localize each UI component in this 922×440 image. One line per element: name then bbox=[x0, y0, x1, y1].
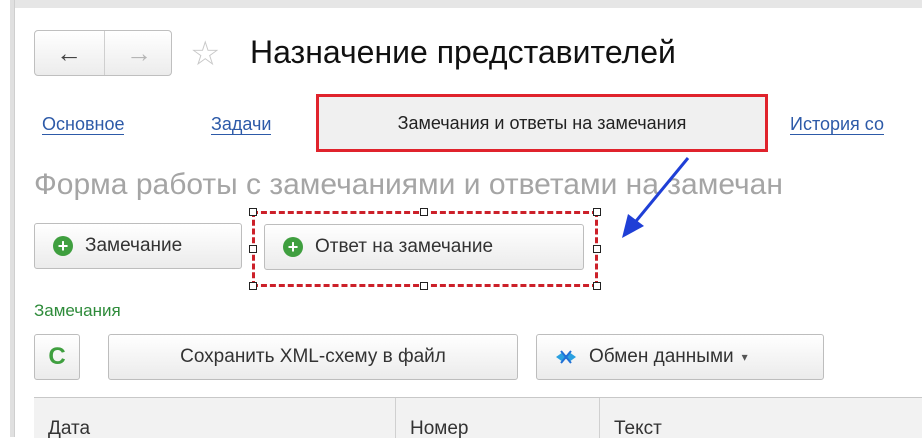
page-title: Назначение представителей bbox=[250, 34, 676, 70]
refresh-button[interactable]: C bbox=[34, 334, 80, 380]
resize-handle-tl[interactable] bbox=[249, 208, 257, 216]
window-left-border bbox=[0, 0, 15, 437]
column-header-number[interactable]: Номер bbox=[396, 398, 600, 439]
window-top-border bbox=[0, 0, 922, 8]
data-exchange-button[interactable]: Обмен данными ▾ bbox=[536, 334, 824, 380]
save-xml-label: Сохранить XML-схему в файл bbox=[180, 346, 446, 367]
resize-handle-ml[interactable] bbox=[249, 245, 257, 253]
back-button[interactable]: ← bbox=[35, 31, 103, 75]
favorite-star-icon[interactable]: ☆ bbox=[190, 34, 220, 74]
exchange-icon bbox=[556, 350, 576, 364]
arrow-right-icon: → bbox=[126, 37, 152, 68]
resize-handle-br[interactable] bbox=[593, 282, 601, 290]
resize-handle-tr[interactable] bbox=[593, 208, 601, 216]
data-exchange-label: Обмен данными bbox=[589, 346, 734, 367]
resize-handle-tc[interactable] bbox=[420, 208, 428, 216]
chevron-down-icon: ▾ bbox=[741, 350, 748, 364]
remarks-table: Дата Номер Текст bbox=[34, 397, 922, 439]
forward-button[interactable]: → bbox=[104, 31, 173, 75]
column-header-text[interactable]: Текст bbox=[600, 398, 922, 439]
history-nav-group: ← → bbox=[34, 30, 172, 76]
add-remark-button[interactable]: + Замечание bbox=[34, 223, 242, 269]
resize-handle-bl[interactable] bbox=[249, 282, 257, 290]
section-label-remarks: Замечания bbox=[34, 301, 121, 320]
left-strip bbox=[10, 0, 14, 437]
tab-main[interactable]: Основное bbox=[42, 114, 125, 135]
tab-remarks-and-answers[interactable]: Замечания и ответы на замечания bbox=[316, 94, 768, 152]
column-header-date[interactable]: Дата bbox=[34, 398, 396, 439]
refresh-icon: C bbox=[48, 343, 66, 370]
tab-history[interactable]: История со bbox=[790, 114, 885, 135]
resize-handle-mr[interactable] bbox=[593, 245, 601, 253]
save-xml-schema-button[interactable]: Сохранить XML-схему в файл bbox=[108, 334, 518, 380]
form-title: Форма работы с замечаниями и ответами на… bbox=[34, 168, 783, 201]
tab-tasks[interactable]: Задачи bbox=[211, 114, 272, 135]
resize-handle-bc[interactable] bbox=[420, 282, 428, 290]
plus-circle-icon: + bbox=[53, 236, 73, 256]
add-remark-label: Замечание bbox=[85, 235, 183, 256]
selection-frame bbox=[249, 208, 601, 290]
arrow-left-icon: ← bbox=[56, 37, 82, 68]
